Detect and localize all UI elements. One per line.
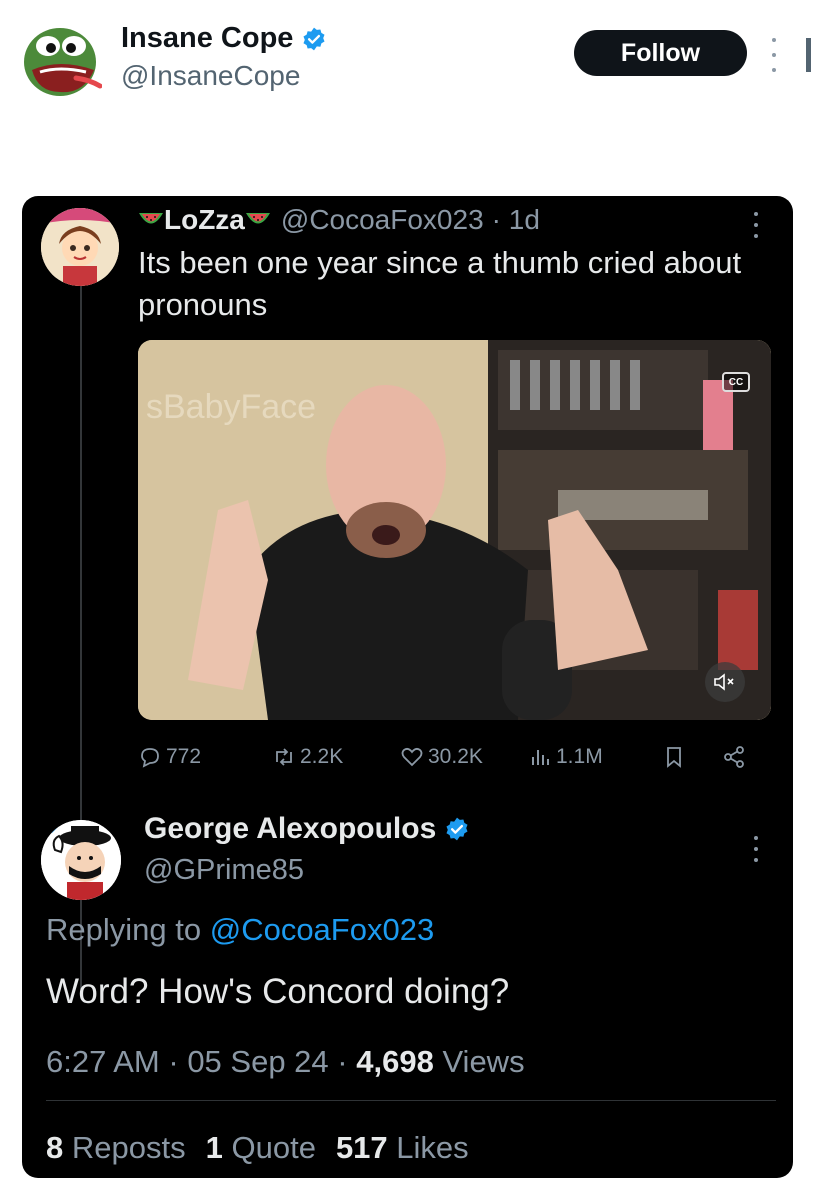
original-author-name[interactable]: LoZza [164, 204, 245, 236]
views-action[interactable]: 1.1M [528, 745, 603, 769]
closed-captions-button[interactable]: CC [722, 372, 750, 392]
reply-timestamp-line: 6:27 AM · 05 Sep 24 · 4,698 Views [46, 1044, 525, 1079]
quotes-count: 1 [205, 1130, 223, 1165]
like-count: 30.2K [428, 745, 483, 768]
share-icon [724, 746, 744, 768]
original-tweet-header: LoZza @CocoaFox023 · 1d [138, 204, 540, 236]
replying-to-line: Replying to @CocoaFox023 [46, 912, 434, 948]
quoting-account-handle[interactable]: @InsaneCope [121, 60, 300, 92]
repost-action[interactable]: 2.2K [272, 745, 343, 769]
likes-label: Likes [396, 1130, 469, 1165]
scrollbar-edge [806, 38, 811, 72]
tweet-more-icon[interactable] [753, 212, 759, 238]
stats-divider [46, 1100, 776, 1101]
replying-prefix: Replying to [46, 912, 202, 947]
reposts-count: 8 [46, 1130, 64, 1165]
likes-count: 517 [335, 1130, 388, 1165]
quoting-account-name[interactable]: Insane Cope [121, 22, 327, 55]
follow-button[interactable]: Follow [574, 30, 747, 76]
tweet-screenshot-card: LoZza @CocoaFox023 · 1d Its been one yea… [22, 196, 793, 1178]
reply-views-label: Views [442, 1044, 525, 1079]
reply-count: 772 [166, 745, 202, 768]
reply-more-icon[interactable] [753, 836, 759, 862]
reposts-stat[interactable]: 8 Reposts [46, 1130, 186, 1166]
account-name-text[interactable]: Insane Cope [121, 22, 293, 55]
like-action[interactable]: 30.2K [400, 745, 483, 769]
original-author-handle[interactable]: @CocoaFox023 [281, 204, 484, 236]
watermelon-icon [139, 213, 163, 224]
reposts-label: Reposts [71, 1130, 186, 1165]
reply-author-handle[interactable]: @GPrime85 [144, 854, 304, 887]
george-avatar[interactable] [41, 820, 121, 900]
heart-icon [401, 747, 423, 767]
share-action[interactable] [722, 745, 746, 769]
reply-time[interactable]: 6:27 AM [46, 1044, 160, 1079]
likes-stat[interactable]: 517 Likes [336, 1130, 469, 1166]
original-tweet-time[interactable]: · 1d [492, 204, 540, 236]
bookmark-icon [667, 747, 681, 768]
verified-badge-icon [303, 27, 325, 50]
quotes-stat[interactable]: 1 Quote [206, 1130, 316, 1166]
quote-header: Insane Cope @InsaneCope Follow [0, 0, 815, 190]
original-tweet-actions: 772 2.2K 30.2K 1.1M [138, 740, 778, 774]
pepe-avatar[interactable] [20, 22, 103, 100]
verified-badge-icon [446, 817, 468, 841]
original-tweet-text: Its been one year since a thumb cried ab… [138, 245, 742, 322]
mute-toggle-icon[interactable] [705, 662, 745, 702]
bookmark-action[interactable] [662, 745, 686, 769]
replying-to-link[interactable]: @CocoaFox023 [210, 912, 434, 947]
repost-count: 2.2K [300, 745, 344, 768]
reply-author-name[interactable]: George Alexopoulos [144, 812, 470, 846]
reply-date[interactable]: 05 Sep 24 [187, 1044, 328, 1079]
video-watermark: sBabyFace [146, 388, 316, 426]
more-options-icon[interactable] [768, 38, 780, 72]
reply-author-name-text[interactable]: George Alexopoulos [144, 812, 436, 846]
reply-views-count: 4,698 [356, 1044, 434, 1079]
quotes-label: Quote [231, 1130, 316, 1165]
video-frame: sBabyFace [138, 340, 771, 720]
reply-tweet-text: Word? How's Concord doing? [46, 972, 510, 1011]
analytics-icon [532, 750, 549, 765]
tweet-video[interactable]: sBabyFace [138, 340, 771, 720]
reply-icon [141, 748, 159, 768]
view-count: 1.1M [556, 745, 603, 768]
reply-engagement-stats: 8 Reposts 1 Quote 517 Likes [46, 1130, 469, 1166]
repost-icon [276, 748, 292, 766]
watermelon-icon [245, 213, 270, 224]
lozza-avatar[interactable] [41, 208, 119, 286]
reply-action[interactable]: 772 [138, 745, 201, 769]
